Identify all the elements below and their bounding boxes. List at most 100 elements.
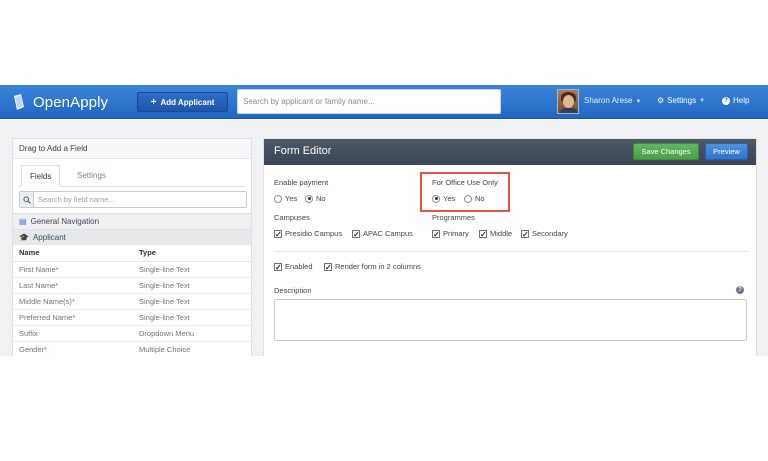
field-type-cell: Single-line Text	[133, 309, 251, 326]
column-header-type: Type	[133, 245, 251, 262]
table-row[interactable]: Preferred Name* Single-line Text	[13, 309, 251, 326]
radio-label: Yes	[285, 194, 298, 203]
campus-checkbox-presidio[interactable]: ✓ Presidio Campus	[274, 229, 342, 238]
description-field[interactable]	[274, 299, 747, 341]
help-label: Help	[733, 96, 750, 105]
table-row[interactable]: Gender* Multiple Choice	[13, 341, 251, 356]
programmes-label: Programmes	[432, 213, 475, 222]
settings-label: Settings	[667, 96, 697, 105]
enable-payment-yes-radio[interactable]: Yes	[274, 194, 297, 203]
help-icon[interactable]: ?	[736, 286, 744, 294]
field-search-input[interactable]	[34, 195, 246, 204]
checkbox-control: ✓	[479, 229, 487, 239]
panel-title: Drag to Add a Field	[13, 139, 251, 159]
field-type-cell: Single-line Text	[133, 293, 251, 310]
user-menu[interactable]: Sharon Arese ▼	[584, 96, 641, 105]
checkbox-label: Secondary	[532, 229, 568, 238]
table-row[interactable]: Last Name* Single-line Text	[13, 277, 251, 294]
field-name-cell: Preferred Name*	[13, 309, 133, 326]
graduation-cap-icon: 🎓	[19, 233, 29, 242]
field-search[interactable]	[19, 191, 247, 208]
table-header-row: Name Type	[13, 245, 251, 262]
checkbox-label: Render form in 2 columns	[335, 262, 421, 271]
checkbox-label: Primary	[443, 229, 469, 238]
top-nav-bar: OpenApply + Add Applicant Sharon Arese▼ …	[0, 85, 768, 119]
gear-icon: ⚙	[657, 96, 665, 105]
radio-control	[305, 194, 313, 203]
two-columns-checkbox[interactable]: ✓ Render form in 2 columns	[324, 262, 421, 271]
required-marker: *	[55, 264, 59, 274]
field-name-cell: Gender*	[13, 341, 133, 356]
description-textarea[interactable]	[275, 300, 746, 340]
programme-checkbox-secondary[interactable]: ✓ Secondary	[521, 229, 568, 238]
tab-fields[interactable]: Fields	[21, 165, 61, 187]
user-name: Sharon Arese	[584, 96, 633, 105]
panel-tabs: Fields Settings	[19, 165, 247, 187]
enabled-checkbox[interactable]: ✓ Enabled	[274, 262, 313, 271]
app-logo[interactable]: OpenApply	[12, 91, 108, 113]
checkbox-control: ✓	[274, 262, 282, 272]
main-content: Drag to Add a Field Fields Settings ▤Gen…	[0, 120, 768, 356]
group-label: Applicant	[32, 233, 66, 242]
field-name: Middle Name(s)	[19, 296, 72, 306]
field-library-panel: Drag to Add a Field Fields Settings ▤Gen…	[12, 138, 252, 356]
group-general-navigation[interactable]: ▤ General Navigation	[13, 213, 251, 229]
radio-control	[432, 194, 440, 203]
checkbox-control: ✓	[432, 229, 440, 239]
checkbox-label: Presidio Campus	[285, 229, 343, 238]
enable-payment-no-radio[interactable]: No	[305, 194, 326, 203]
field-type-cell: Multiple Choice	[133, 341, 251, 356]
table-row[interactable]: First Name* Single-line Text	[13, 261, 251, 278]
form-editor-panel: Form Editor Save Changes Preview Enable …	[263, 138, 757, 356]
campus-checkbox-apac[interactable]: ✓ APAC Campus	[352, 229, 413, 238]
preview-button[interactable]: Preview	[705, 143, 748, 160]
field-type-cell: Single-line Text	[133, 277, 251, 294]
avatar[interactable]	[557, 89, 579, 114]
radio-label: No	[475, 194, 485, 203]
field-table: Name Type First Name* Single-line Text L…	[13, 245, 251, 356]
help-link[interactable]: ? Help	[722, 96, 749, 105]
checkbox-control: ✓	[352, 229, 360, 239]
programme-checkbox-middle[interactable]: ✓ Middle	[479, 229, 512, 238]
page-title: Form Editor	[274, 145, 332, 157]
programme-checkbox-primary[interactable]: ✓ Primary	[432, 229, 469, 238]
office-use-label: For Office Use Only	[432, 178, 498, 187]
enable-payment-label: Enable payment	[274, 178, 329, 187]
help-icon: ?	[722, 96, 730, 105]
required-marker: *	[55, 280, 59, 290]
field-name-cell: Suffix	[13, 325, 133, 342]
field-type-cell: Single-line Text	[133, 261, 251, 278]
field-name: Preferred Name	[19, 312, 73, 322]
description-label: Description	[274, 286, 312, 295]
checkbox-label: APAC Campus	[363, 229, 413, 238]
checkbox-control: ✓	[324, 262, 332, 272]
add-applicant-label: Add Applicant	[160, 97, 215, 107]
add-applicant-button[interactable]: + Add Applicant	[137, 92, 228, 112]
group-label: General Navigation	[30, 217, 100, 226]
chevron-down-icon: ▼	[699, 97, 706, 104]
settings-menu[interactable]: ⚙ Settings ▼	[657, 96, 705, 105]
field-name-cell: Last Name*	[13, 277, 133, 294]
tab-settings[interactable]: Settings	[69, 165, 114, 187]
checkbox-control: ✓	[521, 229, 529, 239]
save-changes-button[interactable]: Save Changes	[633, 143, 699, 160]
field-name: Last Name	[19, 280, 56, 290]
global-search[interactable]	[237, 89, 501, 114]
table-row[interactable]: Suffix Dropdown Menu	[13, 325, 251, 342]
openapply-logo-icon	[12, 93, 26, 111]
global-search-input[interactable]	[243, 97, 495, 106]
checkbox-label: Middle	[490, 229, 513, 238]
divider	[274, 251, 748, 252]
checkbox-label: Enabled	[285, 262, 313, 271]
checkbox-control: ✓	[274, 229, 282, 239]
table-row[interactable]: Middle Name(s)* Single-line Text	[13, 293, 251, 310]
column-header-name: Name	[13, 245, 133, 262]
office-use-no-radio[interactable]: No	[464, 194, 485, 203]
required-marker: *	[72, 312, 76, 322]
field-name: First Name	[19, 264, 56, 274]
group-applicant[interactable]: 🎓 Applicant	[13, 229, 251, 245]
office-use-yes-radio[interactable]: Yes	[432, 194, 455, 203]
app-name: OpenApply	[33, 93, 109, 111]
field-type-cell: Dropdown Menu	[133, 325, 251, 342]
campuses-label: Campuses	[274, 213, 310, 222]
